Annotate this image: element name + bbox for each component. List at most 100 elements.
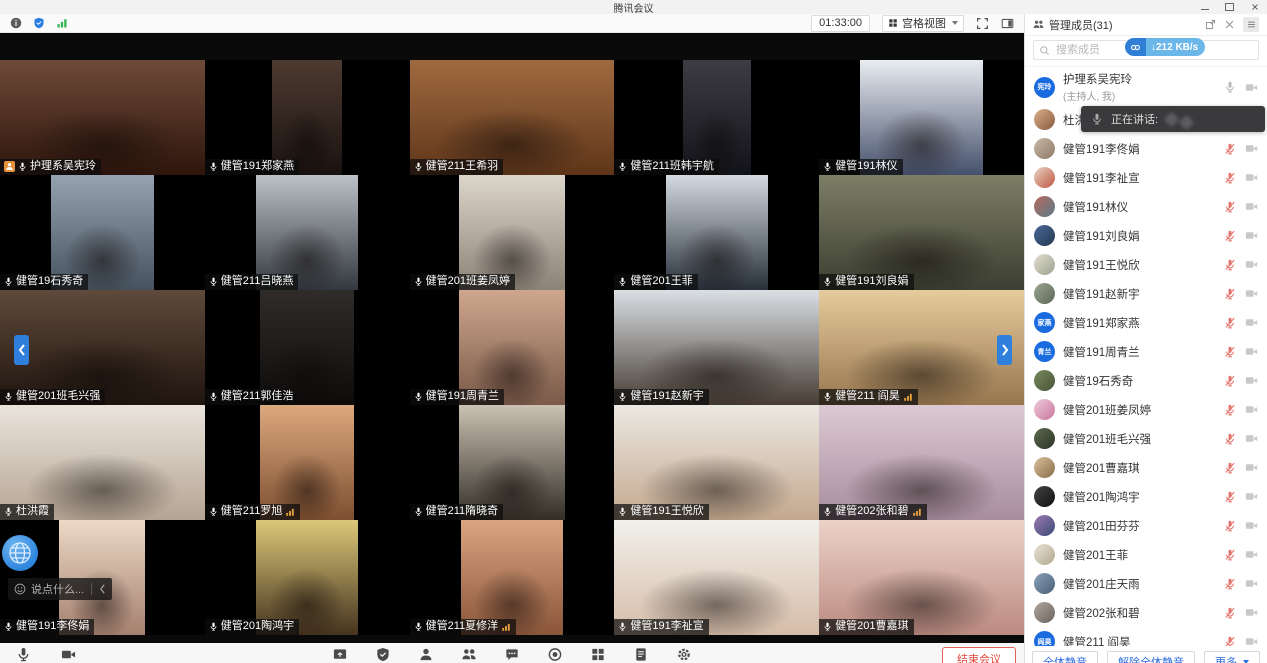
video-tile[interactable]: 健管211吕晓燕 <box>205 175 410 290</box>
video-tile[interactable]: 健管211王希羽 <box>410 60 615 175</box>
mute-all-button[interactable]: 全体静音 <box>1032 651 1098 663</box>
settings-icon[interactable] <box>677 647 692 662</box>
manage-members-icon[interactable] <box>462 647 477 662</box>
close-icon[interactable] <box>1250 3 1259 12</box>
member-row[interactable]: 健管191林仪 <box>1025 192 1267 221</box>
video-tile[interactable]: 健管201陶鸿宇 <box>205 520 410 635</box>
camera-icon[interactable] <box>1245 229 1258 242</box>
video-tile[interactable]: 健管211夏修洋 <box>410 520 615 635</box>
end-meeting-button[interactable]: 结束会议 <box>942 647 1016 663</box>
prev-page-arrow[interactable] <box>14 335 29 365</box>
camera-icon[interactable] <box>1245 403 1258 416</box>
member-row[interactable]: 健管191李佟娟 <box>1025 134 1267 163</box>
member-row[interactable]: 健管201班姜凤婷 <box>1025 395 1267 424</box>
camera-icon[interactable] <box>1245 548 1258 561</box>
chat-placeholder[interactable]: 说点什么... <box>31 581 84 597</box>
member-row[interactable]: 健管202张和碧 <box>1025 598 1267 627</box>
camera-icon[interactable] <box>1245 200 1258 213</box>
video-tile[interactable]: 健管211隋晓奇 <box>410 405 615 520</box>
mic-muted-icon[interactable] <box>1224 143 1236 155</box>
minimize-icon[interactable] <box>1200 3 1209 12</box>
video-tile[interactable]: 健管191李祉宣 <box>614 520 819 635</box>
member-row[interactable]: 健管201班毛兴强 <box>1025 424 1267 453</box>
camera-icon[interactable] <box>1245 81 1258 94</box>
mic-muted-icon[interactable] <box>1224 172 1236 184</box>
member-row[interactable]: 健管191刘良娟 <box>1025 221 1267 250</box>
member-row[interactable]: 家燕健管191郑家燕 <box>1025 308 1267 337</box>
member-row[interactable]: 健管191王悦欣 <box>1025 250 1267 279</box>
video-tile[interactable]: 健管191周青兰 <box>410 290 615 405</box>
record-icon[interactable] <box>548 647 563 662</box>
shield-icon[interactable] <box>33 17 45 29</box>
mic-muted-icon[interactable] <box>1224 578 1236 590</box>
mic-muted-icon[interactable] <box>1224 317 1236 329</box>
mic-muted-icon[interactable] <box>1224 462 1236 474</box>
camera-icon[interactable] <box>1245 171 1258 184</box>
member-row[interactable]: 健管191赵新宇 <box>1025 279 1267 308</box>
member-row[interactable]: 健管201庄天雨 <box>1025 569 1267 598</box>
camera-icon[interactable] <box>1245 490 1258 503</box>
info-icon[interactable] <box>10 17 22 29</box>
camera-icon[interactable] <box>1245 287 1258 300</box>
quick-chat-bar[interactable]: 说点什么... <box>8 578 112 600</box>
camera-icon[interactable] <box>1245 635 1258 646</box>
camera-icon[interactable] <box>61 647 76 662</box>
camera-icon[interactable] <box>1245 519 1258 532</box>
camera-icon[interactable] <box>1245 577 1258 590</box>
video-tile[interactable]: 健管211 阎昊 <box>819 290 1024 405</box>
mic-muted-icon[interactable] <box>1224 607 1236 619</box>
mic-muted-icon[interactable] <box>1224 404 1236 416</box>
member-row[interactable]: 健管19石秀奇 <box>1025 366 1267 395</box>
mic-muted-icon[interactable] <box>1224 491 1236 503</box>
video-tile[interactable]: 健管19石秀奇 <box>0 175 205 290</box>
member-row[interactable]: 青兰健管191周青兰 <box>1025 337 1267 366</box>
video-tile[interactable]: 健管191赵新宇 <box>614 290 819 405</box>
camera-icon[interactable] <box>1245 258 1258 271</box>
breakout-rooms-icon[interactable] <box>591 647 606 662</box>
maximize-icon[interactable] <box>1225 3 1234 12</box>
video-tile[interactable]: 健管201班姜凤婷 <box>410 175 615 290</box>
network-signal-icon[interactable] <box>56 17 68 29</box>
mic-icon[interactable] <box>1224 81 1236 93</box>
camera-icon[interactable] <box>1245 374 1258 387</box>
mic-muted-icon[interactable] <box>1224 288 1236 300</box>
panel-menu-button[interactable] <box>1243 17 1259 32</box>
security-icon[interactable] <box>376 647 391 662</box>
collapse-chat-icon[interactable] <box>99 584 106 594</box>
video-tile[interactable]: 健管211郭佳浩 <box>205 290 410 405</box>
mic-muted-icon[interactable] <box>1224 636 1236 647</box>
mic-muted-icon[interactable] <box>1224 259 1236 271</box>
member-row[interactable]: 阎昊健管211 阎昊 <box>1025 627 1267 646</box>
video-tile[interactable]: 健管191王悦欣 <box>614 405 819 520</box>
invite-icon[interactable] <box>419 647 434 662</box>
member-row[interactable]: 健管201陶鸿宇 <box>1025 482 1267 511</box>
mic-muted-icon[interactable] <box>1224 346 1236 358</box>
mic-muted-icon[interactable] <box>1224 549 1236 561</box>
camera-icon[interactable] <box>1245 461 1258 474</box>
share-screen-icon[interactable] <box>333 647 348 662</box>
camera-icon[interactable] <box>1245 432 1258 445</box>
camera-icon[interactable] <box>1245 345 1258 358</box>
video-tile[interactable]: 健管202张和碧 <box>819 405 1024 520</box>
mic-muted-icon[interactable] <box>1224 520 1236 532</box>
video-tile[interactable]: 健管211班韩宇航 <box>614 60 819 175</box>
member-row[interactable]: 健管201曹嘉琪 <box>1025 453 1267 482</box>
mic-muted-icon[interactable] <box>1224 201 1236 213</box>
close-panel-icon[interactable] <box>1224 19 1235 30</box>
video-tile[interactable]: 健管211罗旭 <box>205 405 410 520</box>
member-row[interactable]: 健管191李祉宣 <box>1025 163 1267 192</box>
mic-muted-icon[interactable] <box>1224 375 1236 387</box>
video-tile[interactable]: 健管191林仪 <box>819 60 1024 175</box>
popout-panel-icon[interactable] <box>1205 19 1216 30</box>
camera-icon[interactable] <box>1245 316 1258 329</box>
microphone-icon[interactable] <box>16 647 31 662</box>
mic-muted-icon[interactable] <box>1224 433 1236 445</box>
video-tile[interactable]: 健管201班毛兴强 <box>0 290 205 405</box>
unmute-all-button[interactable]: 解除全体静音 <box>1107 651 1195 663</box>
sidebar-toggle-icon[interactable] <box>1001 17 1014 30</box>
more-button[interactable]: 更多 <box>1204 651 1260 663</box>
member-row[interactable]: 健管201王菲 <box>1025 540 1267 569</box>
video-tile[interactable]: 健管191郑家燕 <box>205 60 410 175</box>
mic-muted-icon[interactable] <box>1224 230 1236 242</box>
emoji-icon[interactable] <box>14 583 26 595</box>
